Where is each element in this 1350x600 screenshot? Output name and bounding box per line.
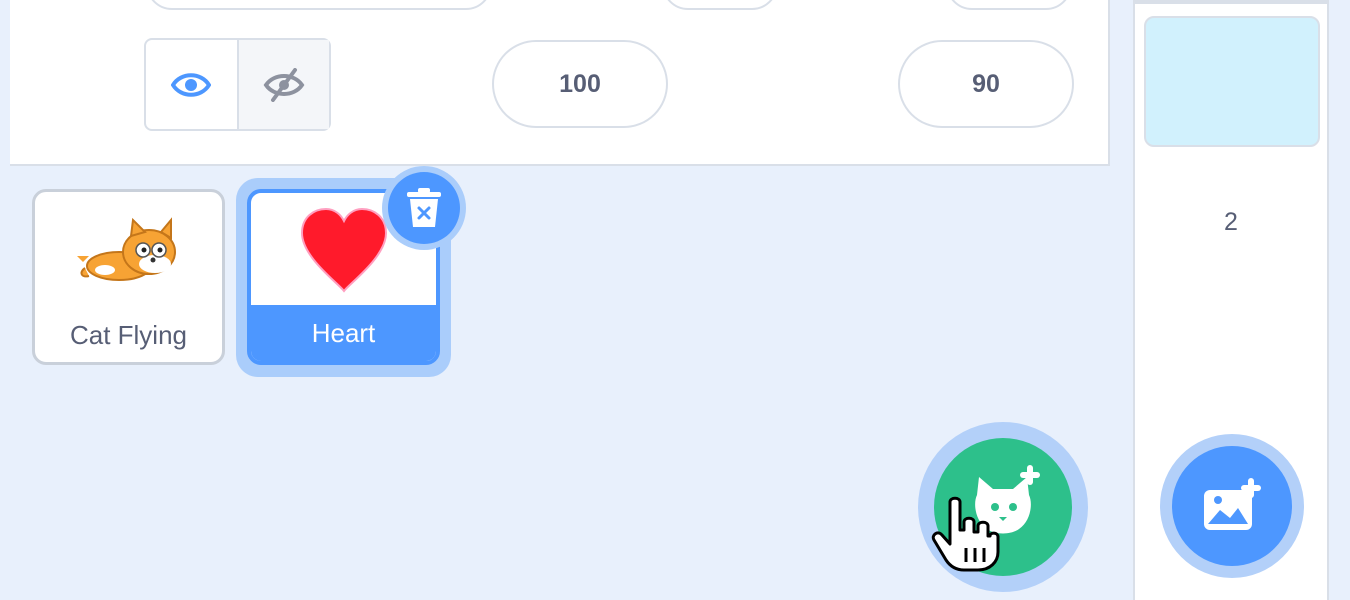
hide-sprite-button[interactable] (238, 40, 329, 129)
cat-flying-icon (77, 217, 176, 281)
sprite-info-panel: 100 90 (10, 0, 1110, 166)
size-field[interactable]: 100 (492, 40, 668, 128)
direction-field[interactable]: 90 (898, 40, 1074, 128)
sprite-name-label: Cat Flying (69, 320, 188, 350)
add-backdrop-button[interactable] (1172, 446, 1292, 566)
sprite-name-field[interactable] (146, 0, 492, 10)
eye-icon (171, 72, 212, 97)
trash-icon (407, 188, 441, 227)
delete-sprite-button[interactable] (388, 172, 460, 244)
show-sprite-button[interactable] (146, 40, 239, 129)
heart-icon (300, 207, 387, 293)
visibility-toggle (144, 38, 331, 131)
sprite-tile-cat-flying[interactable]: Cat Flying (32, 189, 225, 365)
left-panel-edge (0, 0, 10, 600)
stage-thumbnail[interactable] (1144, 16, 1320, 147)
add-backdrop-image-icon (1204, 478, 1261, 530)
stage-header-divider (1133, 0, 1329, 4)
sprite-name-label: Heart (251, 305, 436, 361)
eye-crossed-icon (263, 67, 305, 102)
direction-value: 90 (972, 69, 1000, 98)
x-position-field[interactable] (662, 0, 778, 10)
y-position-field[interactable] (946, 0, 1072, 10)
hand-cursor-icon (931, 496, 1000, 572)
size-value: 100 (559, 69, 601, 98)
backdrop-count: 2 (1224, 208, 1238, 236)
